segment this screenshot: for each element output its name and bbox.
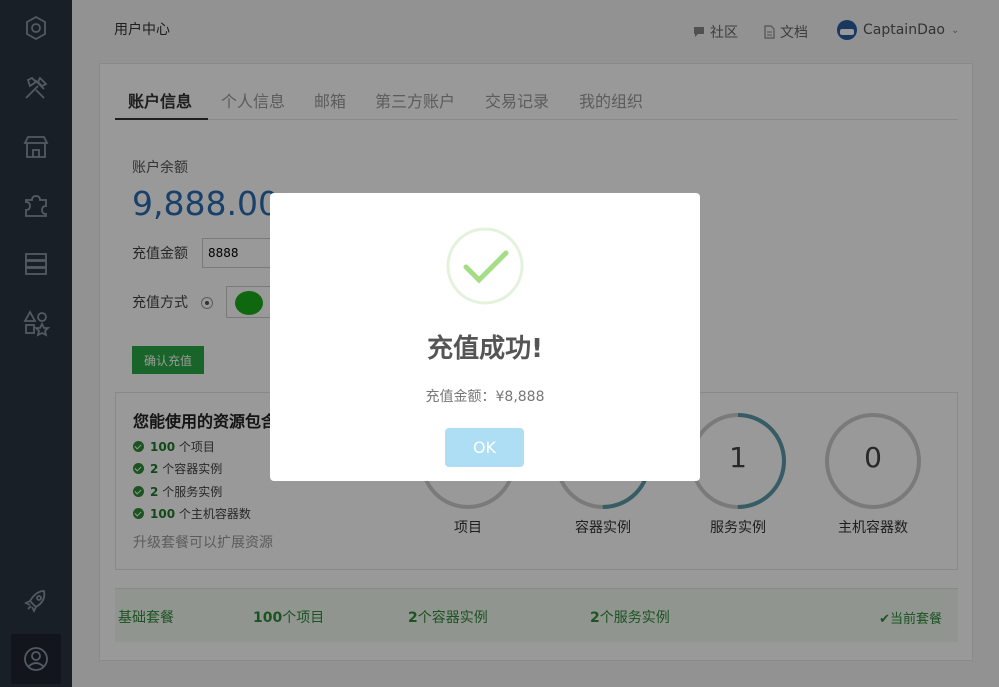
ok-button[interactable]: OK bbox=[445, 428, 524, 467]
modal-message: 充值金额：¥8,888 bbox=[425, 389, 545, 405]
success-check-icon bbox=[446, 227, 524, 305]
modal-title: 充值成功! bbox=[427, 334, 543, 364]
success-modal: 充值成功! 充值金额：¥8,888 OK bbox=[270, 193, 700, 481]
